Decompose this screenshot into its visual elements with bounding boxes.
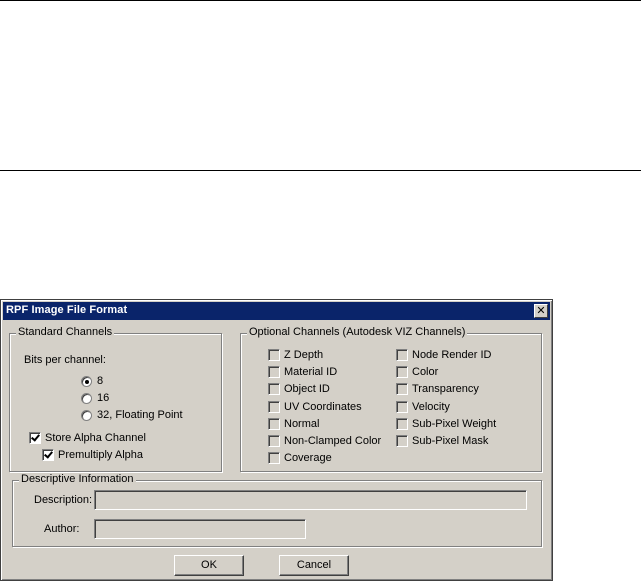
material-id-checkbox[interactable]	[268, 366, 280, 378]
middle-divider-line	[0, 170, 641, 171]
standard-channels-legend: Standard Channels	[16, 326, 115, 338]
transparency-label[interactable]: Transparency	[412, 383, 479, 395]
object-id-checkbox[interactable]	[268, 383, 280, 395]
standard-channels-group: Standard Channels Bits per channel: 8 16…	[9, 326, 222, 472]
descriptive-info-legend: Descriptive Information	[19, 473, 136, 485]
normal-checkbox[interactable]	[268, 418, 280, 430]
object-id-label[interactable]: Object ID	[284, 383, 330, 395]
velocity-label[interactable]: Velocity	[412, 401, 450, 413]
description-label: Description:	[34, 494, 93, 506]
z-depth-checkbox[interactable]	[268, 349, 280, 361]
node-render-id-checkbox[interactable]	[396, 349, 408, 361]
store-alpha-checkbox[interactable]	[29, 432, 41, 444]
sub-pixel-mask-label[interactable]: Sub-Pixel Mask	[412, 435, 488, 447]
top-divider-line	[0, 0, 641, 1]
coverage-checkbox[interactable]	[268, 452, 280, 464]
non-clamped-color-label[interactable]: Non-Clamped Color	[284, 435, 381, 447]
descriptive-info-group: Descriptive Information Description: Aut…	[12, 473, 542, 547]
uv-coordinates-checkbox[interactable]	[268, 401, 280, 413]
transparency-checkbox[interactable]	[396, 383, 408, 395]
node-render-id-label[interactable]: Node Render ID	[412, 349, 492, 361]
color-checkbox[interactable]	[396, 366, 408, 378]
sub-pixel-weight-checkbox[interactable]	[396, 418, 408, 430]
author-input[interactable]	[94, 519, 306, 539]
premultiply-alpha-checkbox[interactable]	[42, 449, 54, 461]
author-label: Author:	[44, 523, 80, 535]
uv-coordinates-label[interactable]: UV Coordinates	[284, 401, 362, 413]
normal-label[interactable]: Normal	[284, 418, 319, 430]
ok-button[interactable]: OK	[174, 555, 244, 576]
window-title: RPF Image File Format	[6, 304, 128, 316]
color-label[interactable]: Color	[412, 366, 438, 378]
non-clamped-color-checkbox[interactable]	[268, 435, 280, 447]
store-alpha-label[interactable]: Store Alpha Channel	[45, 432, 146, 444]
radio-16-bit-label[interactable]: 16	[97, 392, 109, 404]
sub-pixel-mask-checkbox[interactable]	[396, 435, 408, 447]
radio-8-bit-label[interactable]: 8	[97, 375, 103, 387]
description-input[interactable]	[94, 490, 527, 510]
title-bar[interactable]: RPF Image File Format ✕	[3, 302, 550, 320]
cancel-button[interactable]: Cancel	[279, 555, 349, 576]
optional-channels-group: Optional Channels (Autodesk VIZ Channels…	[240, 326, 542, 472]
z-depth-label[interactable]: Z Depth	[284, 349, 323, 361]
radio-32-bit[interactable]	[81, 410, 92, 421]
sub-pixel-weight-label[interactable]: Sub-Pixel Weight	[412, 418, 496, 430]
close-icon: ✕	[536, 305, 546, 317]
close-button[interactable]: ✕	[534, 304, 548, 318]
velocity-checkbox[interactable]	[396, 401, 408, 413]
optional-channels-legend: Optional Channels (Autodesk VIZ Channels…	[247, 326, 468, 338]
radio-16-bit[interactable]	[81, 393, 92, 404]
rpf-dialog: RPF Image File Format ✕ Standard Channel…	[0, 299, 553, 581]
premultiply-alpha-label[interactable]: Premultiply Alpha	[58, 449, 143, 461]
bits-per-channel-label: Bits per channel:	[24, 354, 106, 366]
coverage-label[interactable]: Coverage	[284, 452, 332, 464]
radio-8-bit[interactable]	[81, 376, 92, 387]
material-id-label[interactable]: Material ID	[284, 366, 337, 378]
radio-32-bit-label[interactable]: 32, Floating Point	[97, 409, 183, 421]
